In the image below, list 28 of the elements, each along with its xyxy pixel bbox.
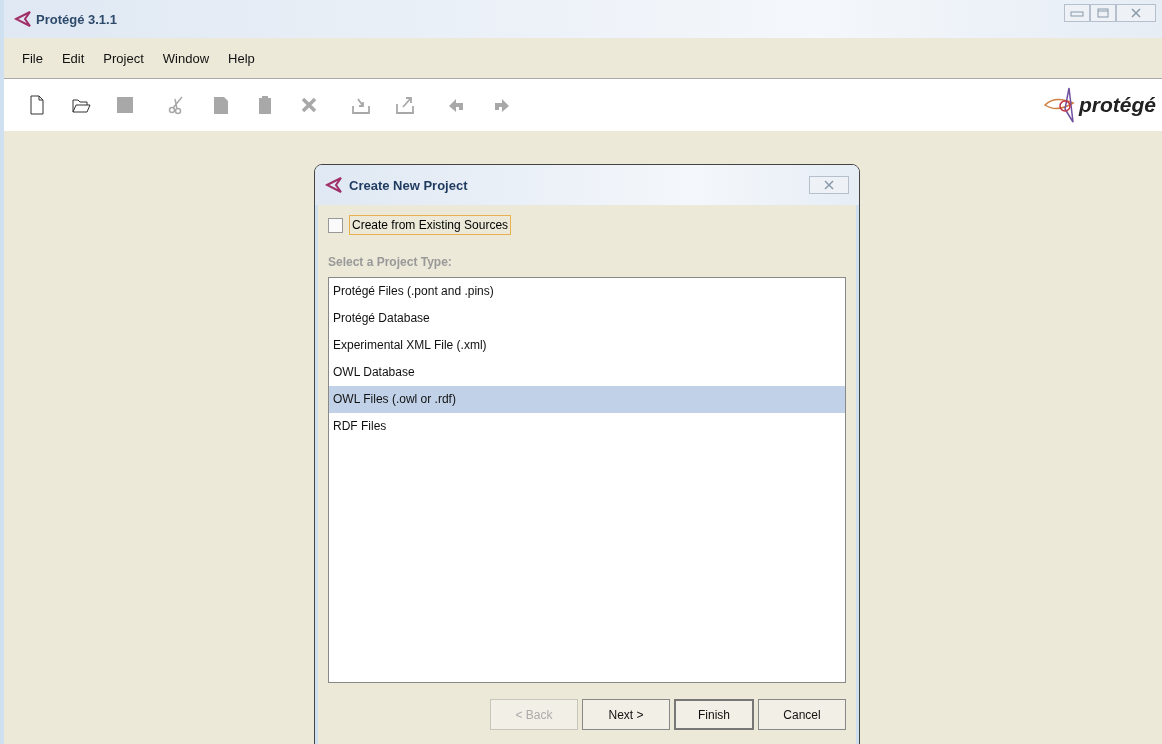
dialog-button[interactable]: Next > [582,699,670,730]
logo-text: protégé [1079,93,1156,117]
maximize-button[interactable] [1090,4,1116,22]
menu-item[interactable]: Edit [61,50,85,66]
list-item[interactable]: Protégé Files (.pont and .pins) [329,278,845,305]
window-title: Protégé 3.1.1 [36,11,117,27]
close-icon [1131,8,1141,18]
menu-item[interactable]: Window [162,50,210,66]
list-label: Select a Project Type: [328,255,453,269]
dialog-title: Create New Project [349,177,468,193]
list-item[interactable]: Experimental XML File (.xml) [329,332,845,359]
list-item[interactable]: OWL Database [329,359,845,386]
close-button[interactable] [1116,4,1156,22]
list-item[interactable]: Protégé Database [329,305,845,332]
close-button[interactable] [809,176,849,194]
close-icon [824,180,834,190]
list-item[interactable]: RDF Files [329,413,845,440]
dialog-button[interactable]: Finish [674,699,754,730]
menu-item[interactable]: Project [103,50,144,66]
menu-item[interactable]: Help [228,50,255,66]
minimize-button[interactable] [1064,4,1090,22]
list-item[interactable]: OWL Files (.owl or .rdf) [329,386,845,413]
maximize-icon [1097,8,1109,18]
checkbox-label[interactable]: Create from Existing Sources [349,215,512,235]
menu-item[interactable]: File [22,50,43,66]
minimize-icon [1070,9,1084,17]
dialog-button[interactable]: Cancel [758,699,846,730]
checkbox[interactable] [328,217,343,233]
